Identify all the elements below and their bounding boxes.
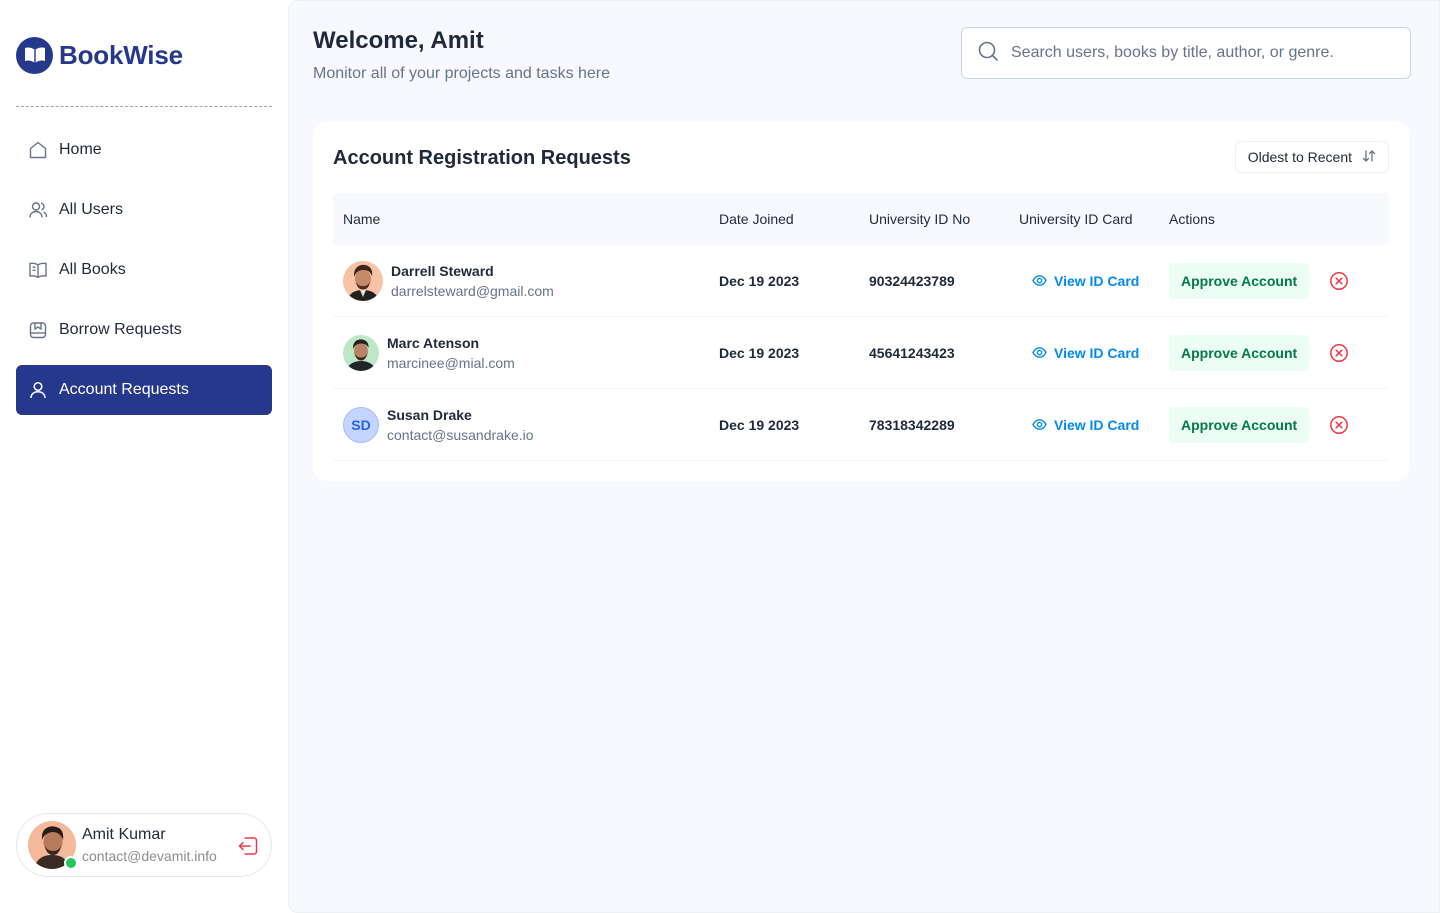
requester-email: darrelsteward@gmail.com xyxy=(391,282,554,299)
university-id: 45641243423 xyxy=(869,344,955,361)
sort-label: Oldest to Recent xyxy=(1247,149,1352,165)
column-header-actions: Actions xyxy=(1169,211,1215,227)
brand-name: BookWise xyxy=(59,39,183,70)
approve-account-button[interactable]: Approve Account xyxy=(1169,406,1310,443)
online-status-dot xyxy=(64,856,78,870)
date-joined: Dec 19 2023 xyxy=(719,416,800,433)
view-id-card-label: View ID Card xyxy=(1054,272,1140,289)
sidebar-item-account-requests[interactable]: Account Requests xyxy=(16,365,272,415)
table-row: SD Susan Drake contact@susandrake.io Dec… xyxy=(333,389,1389,461)
sidebar-item-home[interactable]: Home xyxy=(16,125,272,175)
home-icon xyxy=(28,140,48,160)
university-id: 78318342289 xyxy=(869,416,955,433)
requester-name: Susan Drake xyxy=(387,406,472,423)
view-id-card-link[interactable]: View ID Card xyxy=(1032,417,1169,433)
sidebar-item-borrow-requests[interactable]: Borrow Requests xyxy=(16,305,272,355)
avatar[interactable] xyxy=(28,821,78,870)
reject-icon[interactable] xyxy=(1329,271,1349,291)
table-header: Name Date Joined University ID No Univer… xyxy=(333,193,1389,245)
panel-title: Account Registration Requests xyxy=(333,147,631,169)
column-header-id-card: University ID Card xyxy=(1019,211,1133,227)
sidebar-item-label: All Users xyxy=(59,201,124,218)
approve-account-button[interactable]: Approve Account xyxy=(1169,262,1310,299)
sidebar: BookWise Home All Users All Books Borrow… xyxy=(0,0,288,913)
sidebar-item-label: All Books xyxy=(59,261,126,278)
requester-name: Darrell Steward xyxy=(391,262,494,279)
sort-arrows-icon xyxy=(1362,149,1376,166)
brand-logo[interactable]: BookWise xyxy=(16,36,183,74)
avatar: SD xyxy=(343,406,379,443)
book-icon xyxy=(28,260,48,280)
table-row: Marc Atenson marcinee@mial.com Dec 19 20… xyxy=(333,317,1389,389)
reject-icon[interactable] xyxy=(1329,415,1349,435)
requester-email: marcinee@mial.com xyxy=(387,354,515,371)
view-id-card-link[interactable]: View ID Card xyxy=(1032,273,1169,289)
approve-account-button[interactable]: Approve Account xyxy=(1169,334,1310,371)
requests-table: Name Date Joined University ID No Univer… xyxy=(333,193,1389,461)
reject-icon[interactable] xyxy=(1329,343,1349,363)
view-id-card-label: View ID Card xyxy=(1054,416,1140,433)
avatar xyxy=(343,334,379,371)
bookmark-icon xyxy=(28,320,48,340)
sidebar-item-all-books[interactable]: All Books xyxy=(16,245,272,295)
column-header-date: Date Joined xyxy=(719,211,794,227)
welcome-header: Welcome, Amit Monitor all of your projec… xyxy=(313,27,610,83)
date-joined: Dec 19 2023 xyxy=(719,344,800,361)
users-icon xyxy=(28,200,48,220)
search-bar[interactable] xyxy=(961,27,1411,79)
eye-icon xyxy=(1032,275,1047,286)
user-icon xyxy=(28,380,48,400)
sort-button[interactable]: Oldest to Recent xyxy=(1234,141,1389,173)
date-joined: Dec 19 2023 xyxy=(719,272,800,289)
sidebar-item-label: Borrow Requests xyxy=(59,321,182,338)
eye-icon xyxy=(1032,419,1047,430)
avatar xyxy=(343,260,383,301)
open-book-icon xyxy=(16,36,53,74)
current-user-email: contact@devamit.info xyxy=(82,848,217,864)
page-title: Welcome, Amit xyxy=(313,27,484,54)
sidebar-item-all-users[interactable]: All Users xyxy=(16,185,272,235)
current-user-card: Amit Kumar contact@devamit.info xyxy=(16,813,272,877)
eye-icon xyxy=(1032,347,1047,358)
view-id-card-link[interactable]: View ID Card xyxy=(1032,345,1169,361)
sidebar-item-label: Account Requests xyxy=(59,381,189,398)
sidebar-divider xyxy=(16,106,272,107)
current-user-name: Amit Kumar xyxy=(82,826,166,843)
page-subtitle: Monitor all of your projects and tasks h… xyxy=(313,65,611,82)
main-content: Welcome, Amit Monitor all of your projec… xyxy=(288,0,1440,913)
account-requests-panel: Account Registration Requests Oldest to … xyxy=(313,121,1409,481)
sidebar-nav: Home All Users All Books Borrow Requests… xyxy=(16,125,272,425)
university-id: 90324423789 xyxy=(869,272,955,289)
column-header-uid: University ID No xyxy=(869,211,971,227)
search-icon xyxy=(977,40,999,67)
column-header-name: Name xyxy=(343,211,381,227)
sidebar-item-label: Home xyxy=(59,141,102,158)
table-row: Darrell Steward darrelsteward@gmail.com … xyxy=(333,245,1389,317)
search-input[interactable] xyxy=(1011,44,1391,62)
logout-icon[interactable] xyxy=(237,835,259,857)
requester-name: Marc Atenson xyxy=(387,334,480,351)
requester-email: contact@susandrake.io xyxy=(387,426,534,443)
view-id-card-label: View ID Card xyxy=(1054,344,1140,361)
